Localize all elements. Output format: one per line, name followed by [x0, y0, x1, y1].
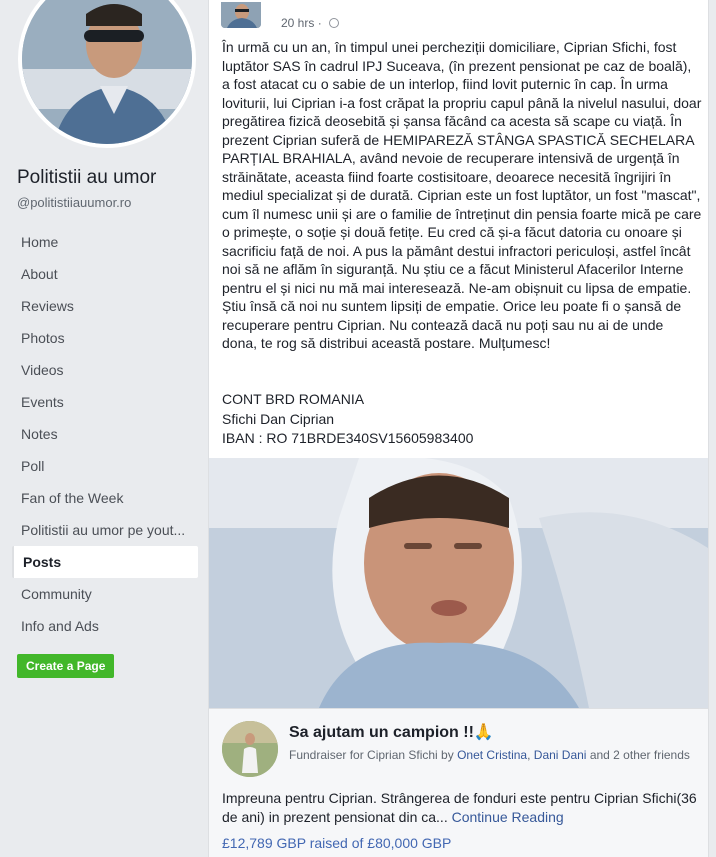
nav-item-youtube[interactable]: Politistii au umor pe yout... — [12, 514, 198, 546]
fundraiser-attachment[interactable]: Sa ajutam un campion !!🙏 Fundraiser for … — [209, 708, 708, 857]
create-page-button[interactable]: Create a Page — [17, 654, 115, 678]
fundraiser-beneficiary: Fundraiser for Ciprian Sfichi by — [289, 748, 458, 762]
post-author-avatar[interactable] — [221, 2, 261, 28]
nav-item-info-and-ads[interactable]: Info and Ads — [12, 610, 198, 642]
other-friends-text: and 2 other friends — [586, 748, 690, 762]
nav-item-about[interactable]: About — [12, 258, 198, 290]
nav-item-posts[interactable]: Posts — [12, 546, 198, 578]
fundraiser-subtitle: Fundraiser for Ciprian Sfichi by Onet Cr… — [289, 747, 701, 763]
account-holder: Sfichi Dan Ciprian — [222, 410, 335, 427]
iban: IBAN : RO 71BRDE340SV15605983400 — [222, 430, 474, 446]
nav-item-fan-of-the-week[interactable]: Fan of the Week — [12, 482, 198, 514]
fundraiser-title[interactable]: Sa ajutam un campion !!🙏 — [289, 722, 494, 742]
nav-item-home[interactable]: Home — [12, 226, 198, 258]
page-profile-picture[interactable] — [18, 0, 196, 148]
fundraiser-image[interactable] — [222, 721, 278, 777]
page-title[interactable]: Politistii au umor — [17, 167, 156, 189]
page-nav: Home About Reviews Photos Videos Events … — [12, 226, 198, 642]
fundraiser-progress: £12,789 GBP raised of £80,000 GBP — [222, 835, 452, 851]
left-sidebar: Politistii au umor @politistiiauumor.ro … — [0, 0, 208, 857]
continue-reading-link[interactable]: Continue Reading — [452, 809, 564, 825]
nav-item-videos[interactable]: Videos — [12, 354, 198, 386]
post-card: 20 hrs · În urmă cu un an, în timpul une… — [208, 0, 709, 857]
post-timestamp[interactable]: 20 hrs · — [281, 16, 340, 30]
post-body: În urmă cu un an, în timpul unei perchez… — [222, 39, 702, 351]
nav-item-notes[interactable]: Notes — [12, 418, 198, 450]
globe-icon — [329, 18, 340, 28]
organizer-separator: , — [527, 748, 534, 762]
nav-item-reviews[interactable]: Reviews — [12, 290, 198, 322]
nav-item-photos[interactable]: Photos — [12, 322, 198, 354]
bank-name: CONT BRD ROMANIA — [222, 391, 365, 407]
fundraiser-description: Impreuna pentru Ciprian. Strângerea de f… — [222, 789, 702, 826]
organizer-link-1[interactable]: Onet Cristina — [457, 748, 527, 762]
nav-item-poll[interactable]: Poll — [12, 450, 198, 482]
post-photo[interactable] — [209, 458, 708, 708]
page-username[interactable]: @politistiiauumor.ro — [17, 195, 131, 210]
nav-item-events[interactable]: Events — [12, 386, 198, 418]
nav-item-community[interactable]: Community — [12, 578, 198, 610]
organizer-link-2[interactable]: Dani Dani — [534, 748, 587, 762]
timestamp-text[interactable]: 20 hrs — [281, 16, 314, 30]
bank-details: CONT BRD ROMANIA Sfichi Dan Ciprian IBAN… — [222, 390, 473, 449]
